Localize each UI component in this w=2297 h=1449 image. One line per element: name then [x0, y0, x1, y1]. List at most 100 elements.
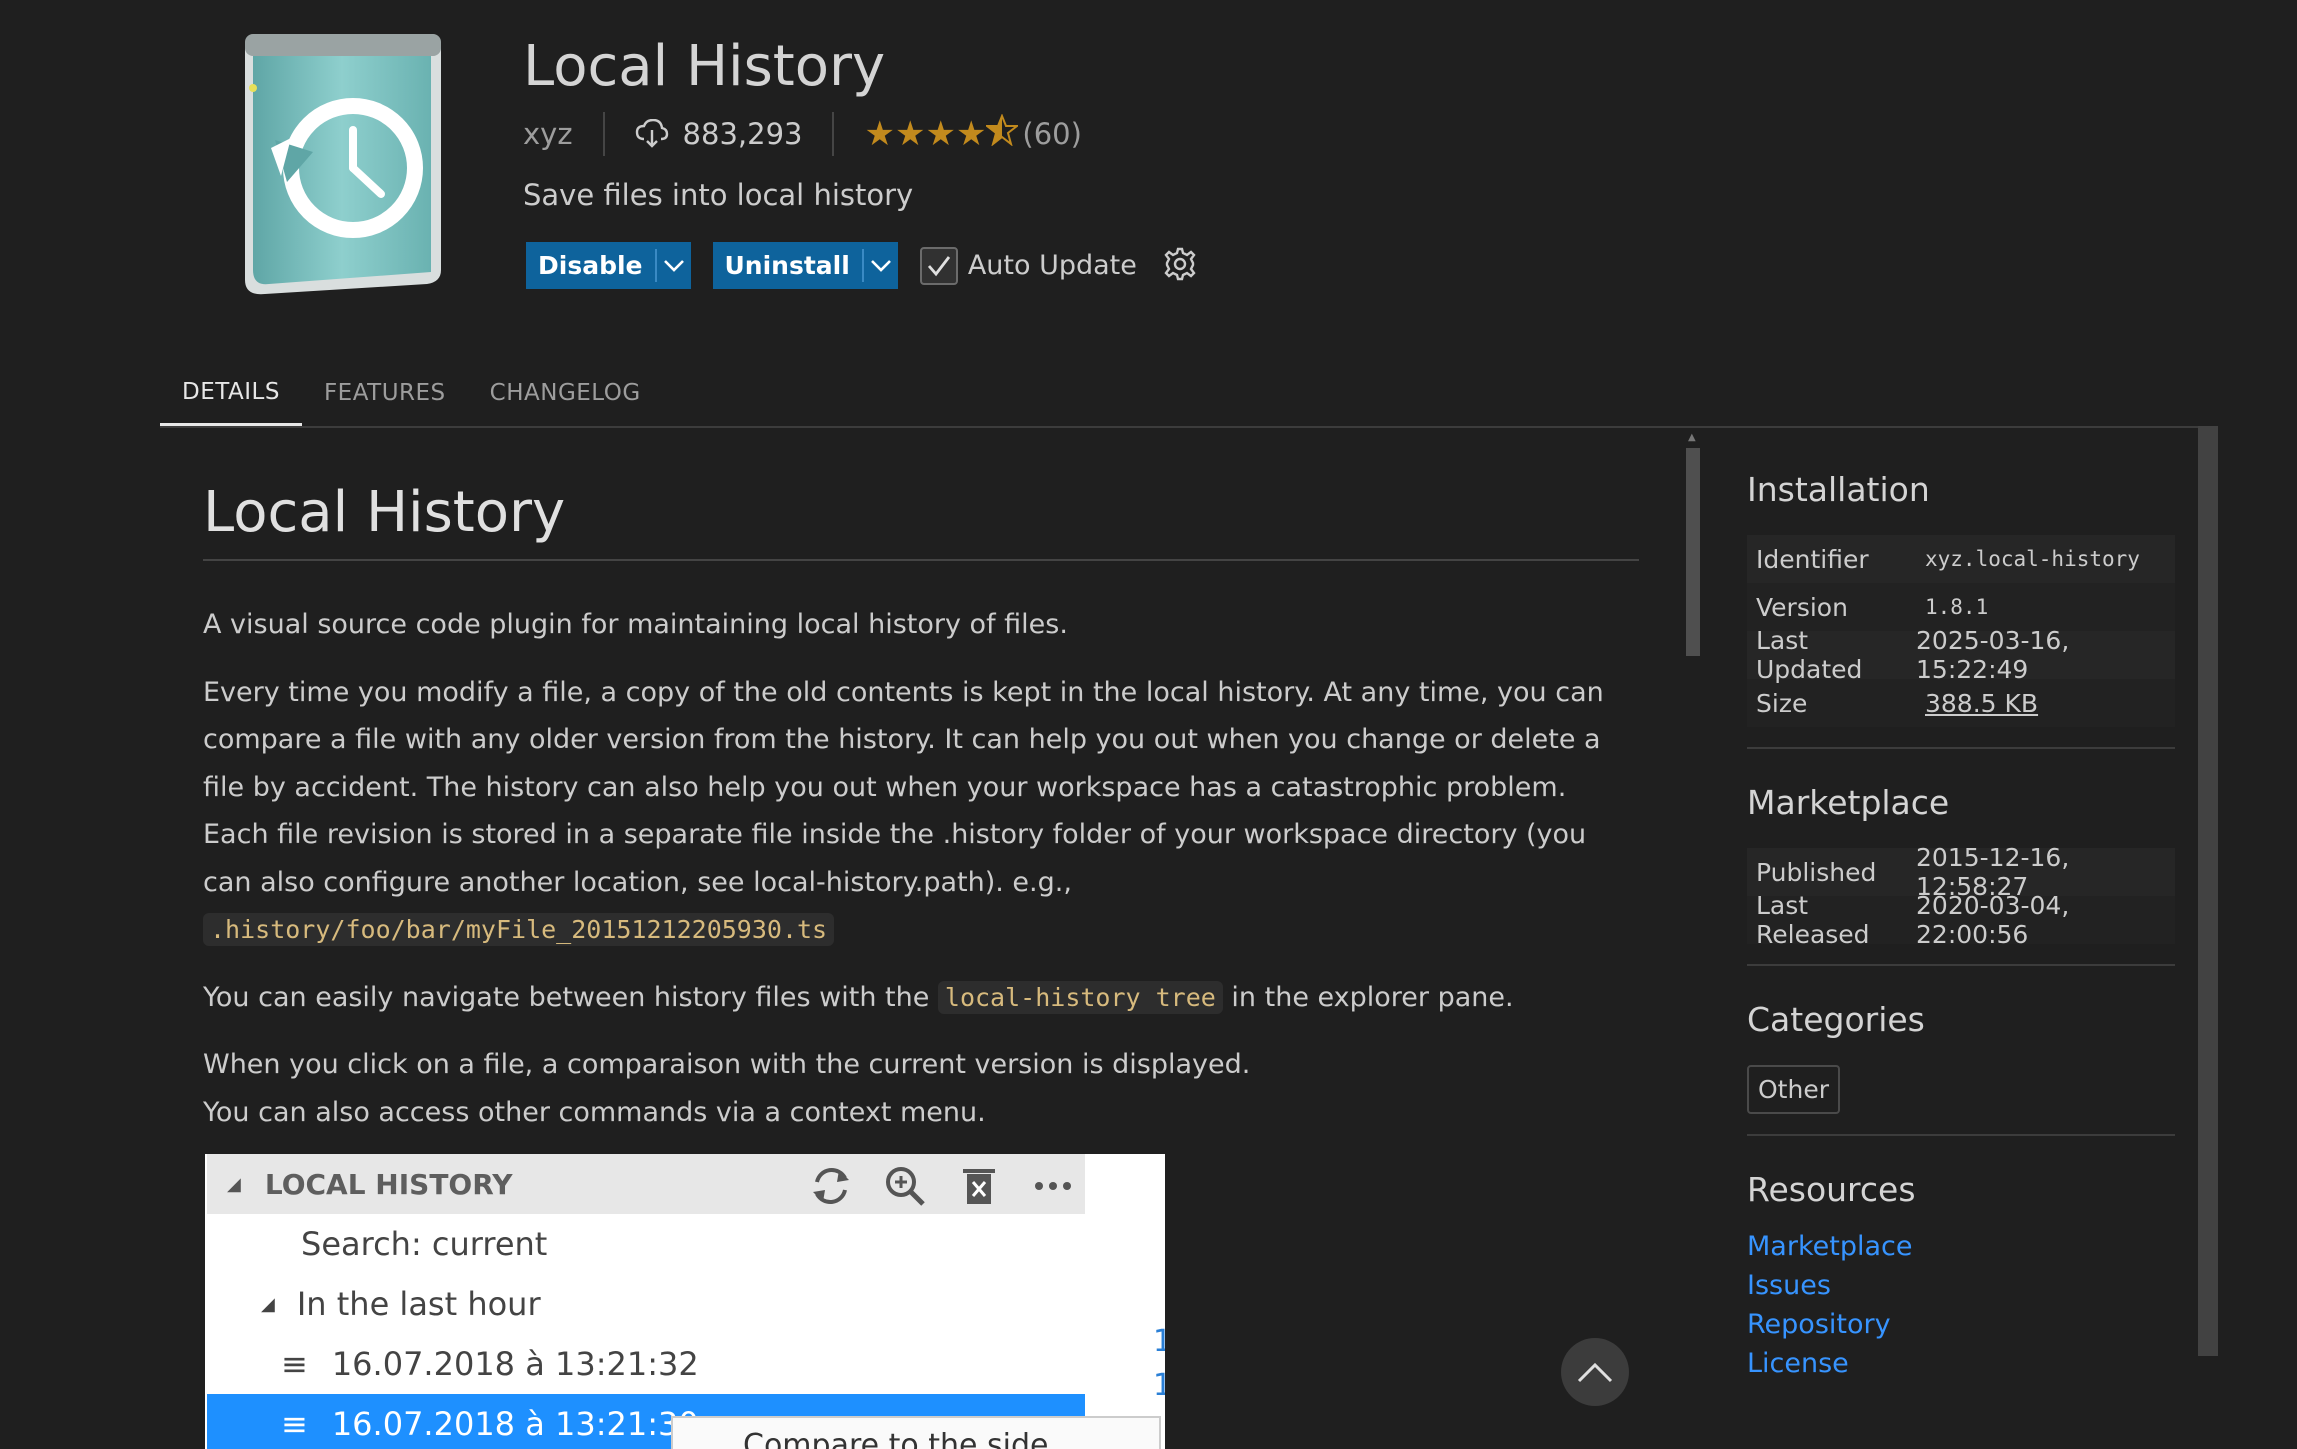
- page-scrollbar[interactable]: [2198, 426, 2218, 1356]
- last-released-row: Last Released 2020-03-04, 22:00:56: [1747, 891, 2175, 949]
- auto-update-label[interactable]: Auto Update: [968, 250, 1137, 281]
- screenshot-group-row: ◢ In the last hour: [207, 1274, 1085, 1334]
- repository-link[interactable]: Repository: [1747, 1305, 2175, 1344]
- delete-icon: [963, 1169, 995, 1204]
- row-key: Published: [1756, 857, 1877, 887]
- inline-code: local-history tree: [937, 980, 1223, 1014]
- readme-scrollbar-thumb[interactable]: [1686, 448, 1700, 656]
- extension-title: Local History: [523, 34, 886, 99]
- screenshot-row-label: Search: current: [301, 1225, 548, 1263]
- row-key: Last Updated: [1756, 626, 1863, 684]
- license-link[interactable]: License: [1747, 1344, 2175, 1383]
- file-lines-icon: ≡: [281, 1345, 308, 1383]
- screenshot-row-label: 16.07.2018 à 13:21:32: [331, 1345, 699, 1383]
- readme-text: You can easily navigate between history …: [203, 981, 938, 1013]
- version-value: 1.8.1: [1925, 595, 1989, 619]
- size-row: Size 388.5 KB: [1747, 679, 2175, 727]
- cloud-download-icon: [635, 119, 668, 148]
- screenshot-toolbar: [809, 1164, 1075, 1208]
- disable-button[interactable]: Disable: [526, 242, 655, 289]
- disable-dropdown-button[interactable]: [657, 242, 691, 289]
- star-full-icon: ★: [925, 114, 956, 154]
- inline-code: .history/foo/bar/myFile_20151212205930.t…: [203, 913, 835, 946]
- readme-paragraph-intro: A visual source code plugin for maintain…: [203, 609, 1068, 640]
- screenshot-edge-mark: 1: [1153, 1324, 1165, 1359]
- uninstall-dropdown-button[interactable]: [864, 242, 898, 289]
- marketplace-section: Marketplace Published 2015-12-16, 12:58:…: [1747, 783, 2175, 966]
- marketplace-link[interactable]: Marketplace: [1747, 1227, 2175, 1266]
- categories-title: Categories: [1747, 1000, 1925, 1039]
- checkmark-icon: [927, 255, 950, 276]
- marketplace-table: Published 2015-12-16, 12:58:27 Last Rele…: [1747, 843, 2175, 949]
- divider: [602, 112, 605, 156]
- last-updated-row: Last Updated 2025-03-16, 15:22:49: [1747, 626, 2175, 684]
- scroll-up-arrow-icon[interactable]: ▲: [1688, 432, 1696, 443]
- readme-text: in the explorer pane.: [1222, 981, 1514, 1013]
- search-icon: [886, 1167, 925, 1206]
- more-icon: [1035, 1182, 1071, 1190]
- screenshot-menu-item: Compare to the side: [743, 1428, 1049, 1449]
- uninstall-button[interactable]: Uninstall: [713, 242, 862, 289]
- published-row: Published 2015-12-16, 12:58:27: [1747, 843, 2175, 901]
- chevron-down-icon: [663, 259, 684, 272]
- version-row: Version 1.8.1: [1747, 583, 2175, 631]
- size-link[interactable]: 388.5 KB: [1925, 689, 2038, 718]
- screenshot-row-label: 16.07.2018 à 13:21:30: [331, 1405, 699, 1443]
- auto-update-checkbox[interactable]: [919, 246, 958, 285]
- expanded-triangle-icon: ◢: [227, 1173, 241, 1195]
- chevron-down-icon: [870, 259, 891, 272]
- gear-icon: [1164, 247, 1196, 280]
- readme-paragraph-tree: You can easily navigate between history …: [203, 974, 1639, 1022]
- star-full-icon: ★: [955, 114, 987, 154]
- extension-tabs: DETAILS FEATURES CHANGELOG: [160, 360, 2218, 428]
- publisher-name[interactable]: xyz: [523, 117, 573, 151]
- issues-link[interactable]: Issues: [1747, 1266, 2175, 1305]
- extension-description: Save files into local history: [523, 178, 914, 212]
- screenshot-panel-header: ◢ LOCAL HISTORY: [207, 1154, 1085, 1214]
- screenshot-edge-mark: 1: [1153, 1368, 1165, 1403]
- rating-count: (60): [1022, 117, 1082, 151]
- file-lines-icon: ≡: [281, 1405, 308, 1443]
- resources-title: Resources: [1747, 1170, 1916, 1209]
- star-full-icon: ★: [894, 114, 926, 154]
- category-tag-other[interactable]: Other: [1747, 1065, 1840, 1114]
- extension-meta: xyz 883,293 ★ ★ ★ ★ (60): [523, 110, 1082, 158]
- rating[interactable]: ★ ★ ★ ★ (60): [864, 112, 1082, 155]
- readme-paragraph-history: Every time you modify a file, a copy of …: [203, 669, 1639, 954]
- screenshot-panel-title: LOCAL HISTORY: [264, 1167, 513, 1201]
- readme-text: You can also access other commands via a…: [203, 1096, 986, 1128]
- divider: [832, 112, 835, 156]
- categories-section: Categories Other: [1747, 1000, 2175, 1136]
- chevron-up-icon: [1577, 1362, 1613, 1383]
- star-half-icon: [984, 112, 1021, 155]
- star-full-icon: ★: [864, 114, 895, 154]
- installation-section: Installation Identifier xyz.local-histor…: [1747, 470, 2175, 749]
- readme-text: When you click on a file, a comparaison …: [203, 1049, 1251, 1080]
- settings-gear-button[interactable]: [1163, 247, 1197, 285]
- row-key: Version: [1756, 592, 1848, 622]
- readme-content: Local History A visual source code plugi…: [203, 480, 1639, 1136]
- identifier-value: xyz.local-history: [1925, 547, 2140, 571]
- uninstall-split-button: Uninstall: [712, 242, 898, 289]
- readme-heading: Local History: [203, 480, 1639, 561]
- row-key: Identifier: [1756, 544, 1869, 574]
- refresh-icon: [813, 1167, 849, 1205]
- action-bar: Disable Uninstall Auto Update: [526, 242, 1197, 289]
- scroll-to-top-button[interactable]: [1561, 1338, 1629, 1406]
- install-count-value: 883,293: [682, 117, 803, 151]
- resources-section: Resources Marketplace Issues Repository …: [1747, 1170, 2175, 1383]
- extension-icon: [235, 30, 445, 300]
- screenshot-context-menu: Compare to the side: [671, 1416, 1161, 1449]
- tab-changelog[interactable]: CHANGELOG: [468, 360, 663, 426]
- marketplace-title: Marketplace: [1747, 783, 1950, 822]
- installation-table: Identifier xyz.local-history Version 1.8…: [1747, 535, 2175, 727]
- installation-title: Installation: [1747, 470, 1930, 509]
- tab-details[interactable]: DETAILS: [160, 360, 302, 426]
- row-key: Size: [1756, 688, 1808, 718]
- readme-text: Every time you modify a file, a copy of …: [203, 676, 1604, 898]
- last-updated-value: 2025-03-16, 15:22:49: [1916, 626, 2070, 684]
- screenshot-entry-row: ≡ 16.07.2018 à 13:21:32: [207, 1334, 1085, 1394]
- disable-split-button: Disable: [526, 242, 691, 289]
- tab-features[interactable]: FEATURES: [302, 360, 468, 426]
- extension-sidebar: Installation Identifier xyz.local-histor…: [1747, 470, 2175, 1383]
